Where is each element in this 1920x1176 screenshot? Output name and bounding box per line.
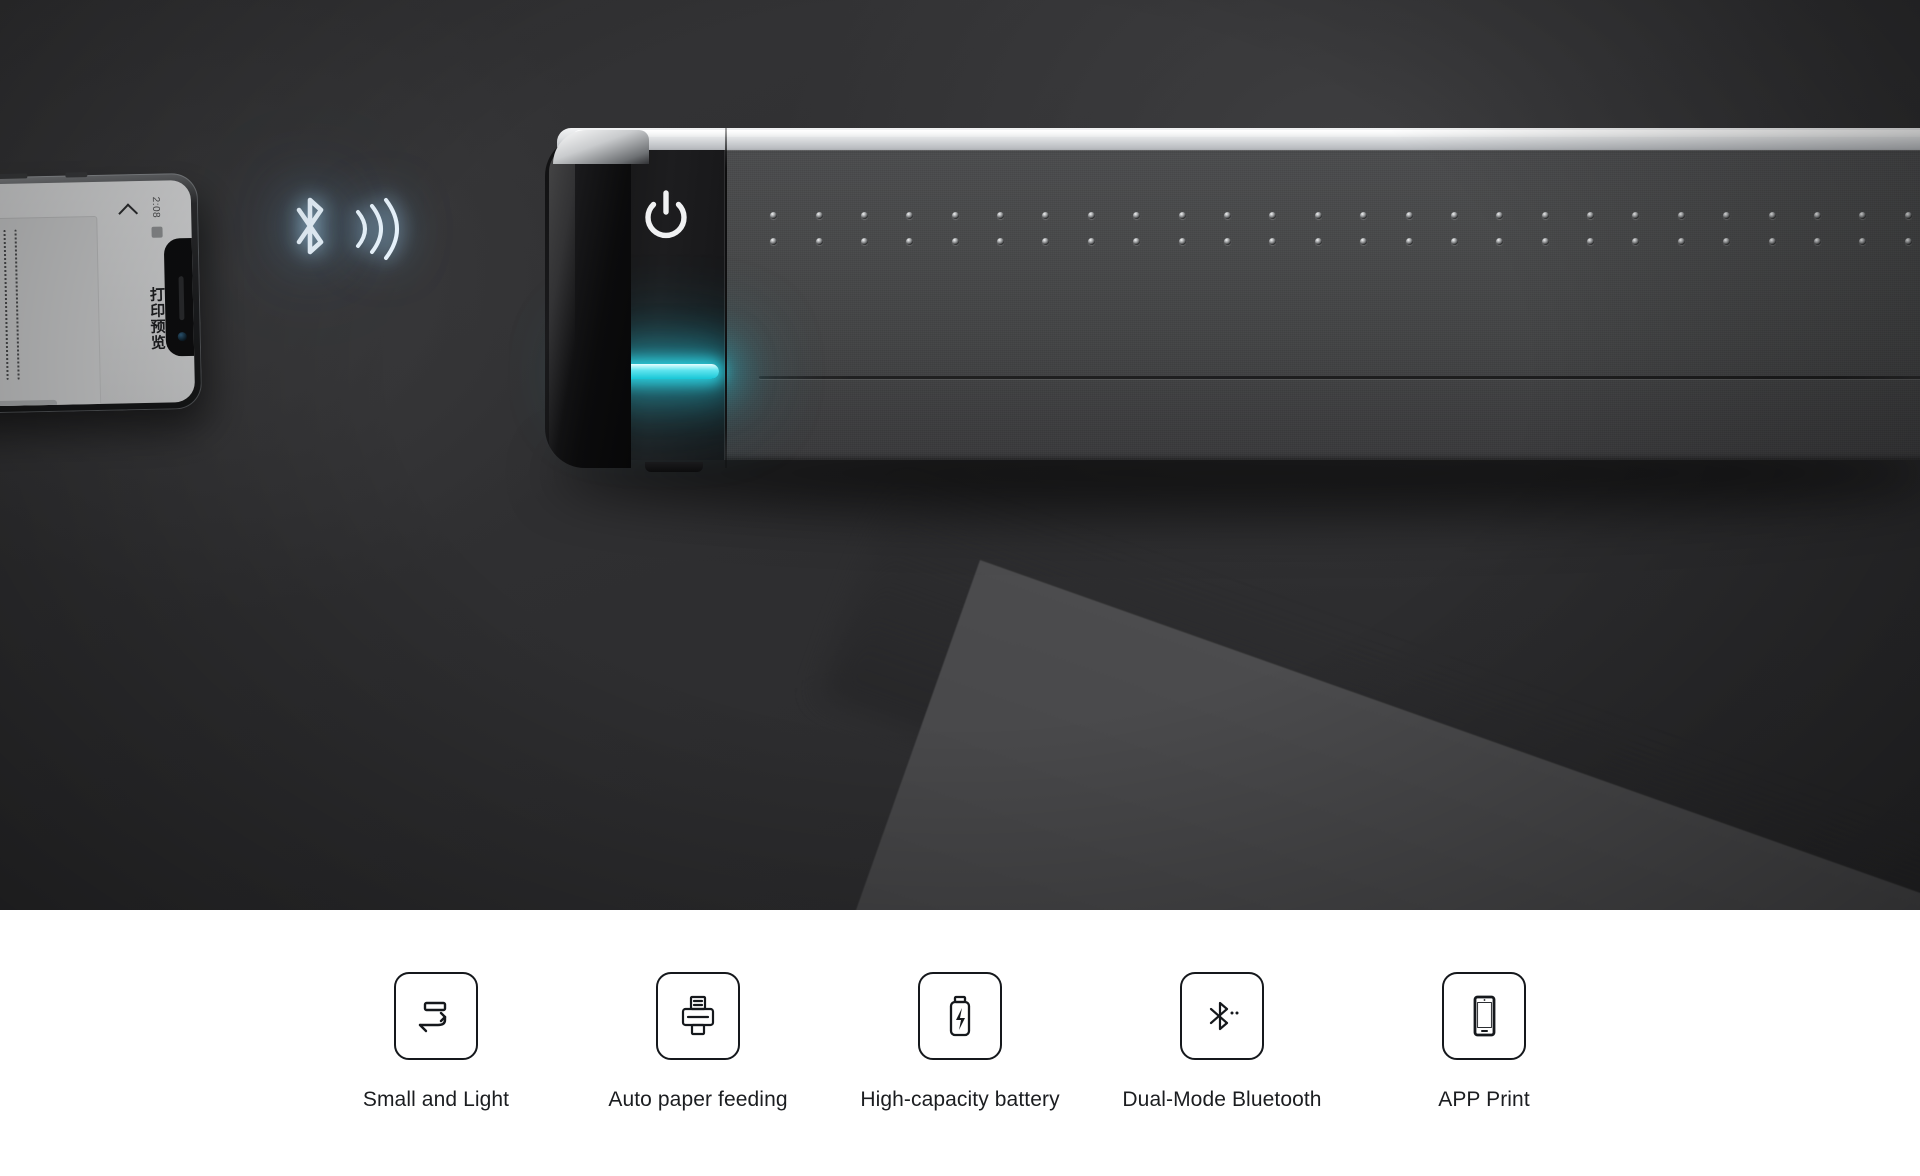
portable-printer bbox=[545, 128, 1920, 518]
feature-label: APP Print bbox=[1438, 1088, 1530, 1111]
feature-item-small-and-light[interactable]: Small and Light bbox=[336, 972, 536, 1112]
phone-toolbar bbox=[0, 399, 58, 409]
battery-icon bbox=[151, 226, 163, 238]
paper-exit-slot bbox=[759, 376, 1920, 379]
feature-label: High-capacity battery bbox=[860, 1088, 1060, 1111]
feature-item-app-print[interactable]: APP Print bbox=[1384, 972, 1584, 1112]
printer-seam-line bbox=[725, 128, 727, 468]
printer-icon bbox=[656, 972, 740, 1060]
phone-volume-button bbox=[0, 173, 28, 180]
phone-screen: 2:08 打印预览 bbox=[0, 179, 196, 409]
feature-label: Dual-Mode Bluetooth bbox=[1122, 1088, 1322, 1111]
bluetooth-dual-icon bbox=[1180, 972, 1264, 1060]
phone-body: 2:08 打印预览 bbox=[0, 172, 203, 416]
printer-cap-top-bevel bbox=[553, 130, 649, 164]
feature-strip: Small and Light Auto paper feeding High-… bbox=[0, 910, 1920, 1176]
printer-cap-highlight bbox=[549, 146, 575, 466]
printer-front-panel bbox=[607, 150, 1920, 460]
printer-perforation-grid bbox=[751, 202, 1920, 254]
smartphone-mockup: 2:08 打印预览 bbox=[0, 172, 215, 436]
printer-left-cap bbox=[545, 136, 631, 468]
wireless-signal-icon bbox=[348, 196, 406, 262]
feature-item-auto-paper-feeding[interactable]: Auto paper feeding bbox=[598, 972, 798, 1112]
battery-bolt-icon bbox=[918, 972, 1002, 1060]
hand-holding-device-icon bbox=[394, 972, 478, 1060]
feature-label: Auto paper feeding bbox=[608, 1088, 788, 1111]
feature-list: Small and Light Auto paper feeding High-… bbox=[0, 972, 1920, 1112]
smartphone-icon bbox=[1442, 972, 1526, 1060]
feature-item-high-capacity-battery[interactable]: High-capacity battery bbox=[860, 972, 1060, 1112]
product-marketing-page: 2:08 打印预览 Small and Light Auto paper fee… bbox=[0, 0, 1920, 1176]
printer-foot-tab bbox=[645, 462, 703, 472]
printer-top-highlight bbox=[573, 130, 1920, 137]
phone-power-button bbox=[65, 172, 88, 178]
power-button-icon[interactable] bbox=[640, 190, 692, 244]
phone-earpiece-speaker bbox=[178, 276, 185, 321]
phone-status-time: 2:08 bbox=[149, 196, 162, 219]
feature-item-dual-mode-bluetooth[interactable]: Dual-Mode Bluetooth bbox=[1122, 972, 1322, 1112]
document-text-lines bbox=[0, 229, 20, 382]
feature-label: Small and Light bbox=[362, 1088, 510, 1111]
bluetooth-icon bbox=[286, 190, 334, 262]
hero-product-image: 2:08 打印预览 bbox=[0, 0, 1920, 910]
chevron-up-icon[interactable] bbox=[119, 201, 137, 219]
